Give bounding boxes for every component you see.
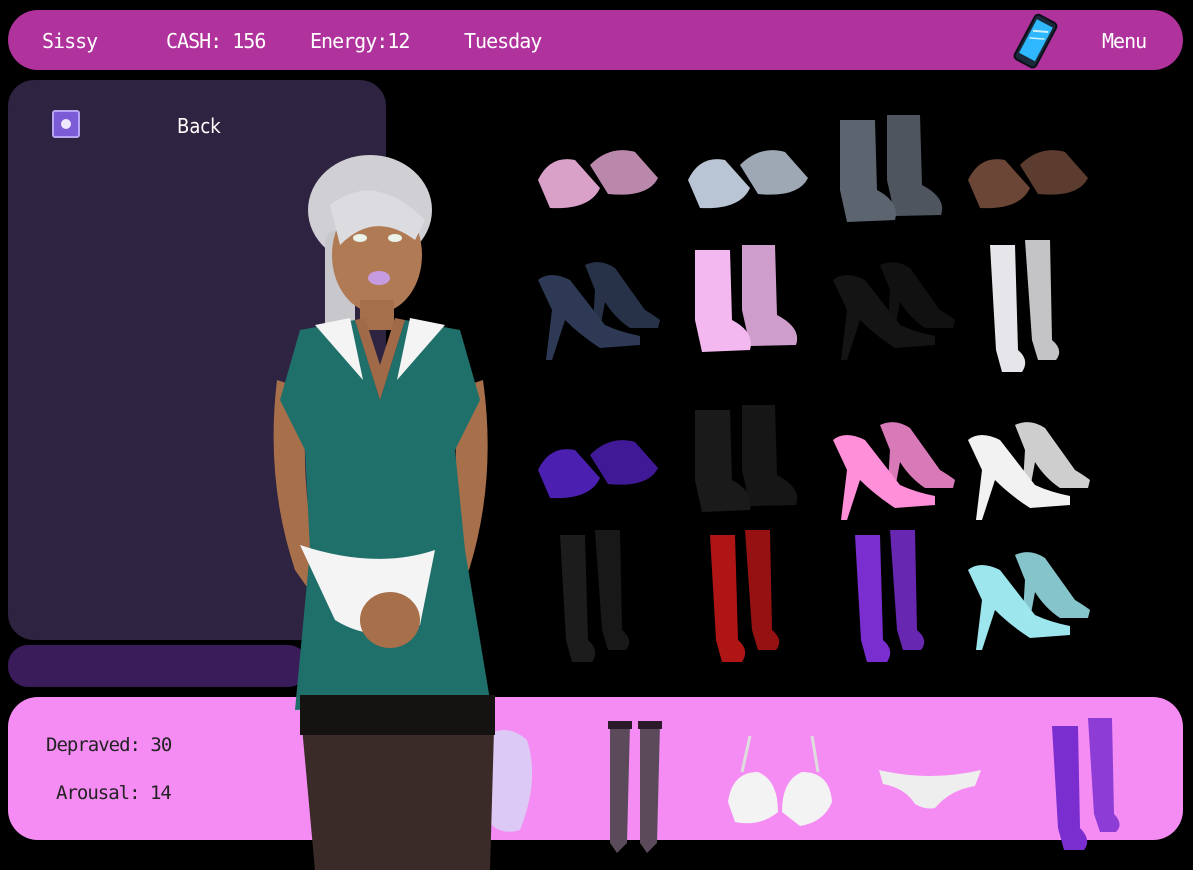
character-name: Sissy	[42, 29, 98, 53]
phone-icon[interactable]	[1010, 13, 1060, 71]
shoe-item-black-studded-boots[interactable]	[680, 400, 815, 540]
day-display: Tuesday	[464, 29, 542, 53]
shoe-item-brown-mary-janes[interactable]	[960, 110, 1095, 250]
shoe-item-pink-stilettos[interactable]	[825, 400, 960, 540]
shoe-item-red-knee-boots[interactable]	[680, 530, 815, 670]
equipped-item-purple-thigh-boots[interactable]	[1040, 718, 1120, 858]
shoe-item-purple-thigh-boots[interactable]	[825, 530, 960, 670]
equipped-item-white-bra[interactable]	[720, 732, 840, 842]
shoe-item-pink-sandals[interactable]	[530, 110, 665, 250]
shoe-item-black-platform-pumps[interactable]	[825, 240, 960, 380]
shoe-item-white-thigh-boots[interactable]	[960, 240, 1095, 380]
shoe-item-grey-lace-up-boots[interactable]	[825, 110, 960, 250]
equipped-item-fishnet-stockings[interactable]	[595, 718, 670, 858]
shoe-item-white-strappy-heels[interactable]	[960, 400, 1095, 540]
shoe-item-pink-platform-boots[interactable]	[680, 240, 815, 380]
arousal-stat: Arousal: 14	[56, 782, 172, 804]
shoe-item-aqua-platform-heels[interactable]	[960, 530, 1095, 670]
shoe-item-silver-mules[interactable]	[680, 110, 815, 250]
equipped-item-white-panties[interactable]	[875, 760, 985, 815]
character-avatar	[273, 155, 495, 870]
energy-display: Energy:12	[310, 29, 410, 53]
shoe-item-black-thigh-boots[interactable]	[530, 530, 665, 670]
shoe-item-purple-creepers[interactable]	[530, 400, 665, 540]
menu-button[interactable]: Menu	[1102, 29, 1147, 53]
back-icon[interactable]	[52, 110, 80, 138]
cash-display: CASH: 156	[166, 29, 266, 53]
depraved-stat: Depraved: 30	[46, 734, 172, 756]
shoe-item-navy-pumps[interactable]	[530, 240, 665, 380]
back-button[interactable]: Back	[177, 114, 221, 138]
